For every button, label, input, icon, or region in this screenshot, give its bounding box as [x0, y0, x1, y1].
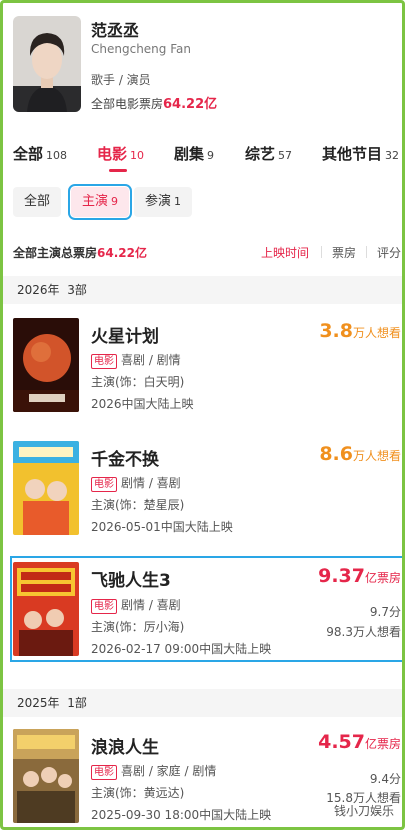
artist-header: 范丞丞 Chengcheng Fan 歌手 / 演员 全部电影票房64.22亿 [13, 16, 398, 116]
tab-count: 57 [278, 149, 293, 162]
movie-role: 主演(饰：黄远达) [91, 786, 185, 800]
tab-count: 32 [385, 149, 400, 162]
movie-title: 飞驰人生3 [91, 571, 171, 591]
tab-label: 电影 [97, 145, 128, 163]
total-value: 64.22亿 [97, 246, 147, 260]
genres-text: 剧情 / 喜剧 [121, 598, 181, 612]
movie-score: 9.4分 [369, 772, 401, 786]
movie-want-count: 98.3万人想看 [326, 625, 401, 639]
box-office-value: 64.22亿 [163, 97, 218, 112]
metric-unit: 亿票房 [364, 571, 401, 585]
metric-value: 9.37 [318, 565, 365, 587]
tab-all[interactable]: 全部 108 [13, 143, 67, 164]
movie-release: 2026-05-01中国大陆上映 [91, 520, 233, 534]
movie-metric: 3.8万人想看 [319, 320, 401, 342]
movie-release: 2026中国大陆上映 [91, 397, 194, 411]
artist-name: 范丞丞 [91, 21, 140, 40]
tab-label: 综艺 [245, 145, 276, 163]
movie-metric: 9.37亿票房 [318, 565, 401, 587]
tab-series[interactable]: 剧集 9 [174, 143, 214, 164]
movie-genres: 电影 剧情 / 喜剧 [91, 596, 181, 614]
year-header-2026: 2026年 3部 [3, 276, 402, 304]
movie-title: 浪浪人生 [91, 738, 159, 758]
movie-poster[interactable] [13, 562, 79, 656]
type-badge: 电影 [91, 599, 117, 614]
tab-label: 剧集 [174, 145, 205, 163]
sort-bar: 全部主演总票房64.22亿 上映时间 票房 评分 [13, 242, 402, 262]
movie-title: 火星计划 [91, 327, 159, 347]
artist-name-en: Chengcheng Fan [91, 42, 191, 56]
filter-label: 主演 [82, 194, 109, 209]
year-count: 3部 [67, 283, 87, 297]
metric-unit: 亿票房 [364, 737, 401, 751]
movie-genres: 电影 剧情 / 喜剧 [91, 474, 181, 492]
year-count: 1部 [67, 696, 87, 710]
tab-count: 9 [207, 149, 215, 162]
tab-count: 108 [46, 149, 68, 162]
tab-variety[interactable]: 综艺 57 [245, 143, 292, 164]
app-frame: 范丞丞 Chengcheng Fan 歌手 / 演员 全部电影票房64.22亿 … [0, 0, 405, 830]
metric-unit: 万人想看 [352, 326, 401, 340]
type-badge: 电影 [91, 765, 117, 780]
metric-value: 4.57 [318, 731, 365, 753]
movie-item[interactable]: 火星计划 3.8万人想看 电影 喜剧 / 剧情 主演(饰：白天明) 2026中国大… [13, 318, 402, 418]
artist-roles: 歌手 / 演员 [91, 73, 151, 87]
tab-label: 其他节目 [322, 145, 383, 163]
movie-genres: 电影 喜剧 / 家庭 / 剧情 [91, 762, 216, 780]
movie-poster[interactable] [13, 318, 79, 412]
year-label: 2026年 [17, 283, 60, 297]
tab-count: 10 [130, 149, 145, 162]
metric-value: 8.6 [319, 443, 353, 465]
movie-release: 2025-09-30 18:00中国大陆上映 [91, 808, 272, 822]
tab-label: 全部 [13, 145, 44, 163]
filter-all[interactable]: 全部 [13, 187, 62, 217]
total-label: 全部主演总票房 [13, 246, 98, 260]
movie-poster[interactable] [13, 729, 79, 823]
movie-role: 主演(饰：厉小海) [91, 620, 185, 634]
filter-label: 全部 [24, 194, 51, 209]
divider [321, 246, 322, 258]
active-tab-indicator [109, 169, 127, 172]
category-tabs: 全部 108 电影 10 剧集 9 综艺 57 其他节目 32 [13, 143, 402, 173]
year-header-2025: 2025年 1部 [3, 689, 402, 717]
filter-label: 参演 [145, 194, 172, 209]
year-label: 2025年 [17, 696, 60, 710]
sort-by-rating[interactable]: 评分 [377, 244, 401, 261]
avatar[interactable] [13, 16, 81, 112]
divider [366, 246, 367, 258]
movie-role: 主演(饰：白天明) [91, 375, 185, 389]
sort-by-box-office[interactable]: 票房 [332, 244, 356, 261]
movie-metric: 4.57亿票房 [318, 731, 401, 753]
movie-genres: 电影 喜剧 / 剧情 [91, 351, 181, 369]
movie-role: 主演(饰：楚星辰) [91, 498, 185, 512]
lead-total-box-office: 全部主演总票房64.22亿 [13, 244, 147, 261]
filter-lead-role[interactable]: 主演 9 [67, 184, 133, 220]
tab-movies[interactable]: 电影 10 [97, 143, 144, 164]
box-office-label: 全部电影票房 [91, 97, 164, 111]
filter-count: 1 [174, 195, 182, 208]
artist-box-office: 全部电影票房64.22亿 [91, 93, 217, 112]
genres-text: 喜剧 / 剧情 [121, 353, 181, 367]
movie-score: 9.7分 [369, 605, 401, 619]
filter-count: 9 [111, 195, 119, 208]
movie-item[interactable]: 千金不换 8.6万人想看 电影 剧情 / 喜剧 主演(饰：楚星辰) 2026-05… [13, 441, 402, 541]
metric-unit: 万人想看 [352, 449, 401, 463]
sort-by-release-date[interactable]: 上映时间 [261, 244, 309, 261]
type-badge: 电影 [91, 477, 117, 492]
genres-text: 剧情 / 喜剧 [121, 476, 181, 490]
movie-item[interactable]: 飞驰人生3 9.37亿票房 电影 剧情 / 喜剧 主演(饰：厉小海) 2026-0… [10, 556, 402, 662]
metric-value: 3.8 [319, 320, 353, 342]
filter-supporting-role[interactable]: 参演 1 [134, 187, 193, 217]
movie-title: 千金不换 [91, 450, 159, 470]
tab-other-shows[interactable]: 其他节目 32 [322, 143, 399, 164]
genres-text: 喜剧 / 家庭 / 剧情 [121, 764, 217, 778]
watermark: 钱小刀娱乐 [333, 804, 394, 818]
movie-release: 2026-02-17 09:00中国大陆上映 [91, 642, 272, 656]
movie-poster[interactable] [13, 441, 79, 535]
type-badge: 电影 [91, 354, 117, 369]
movie-metric: 8.6万人想看 [319, 443, 401, 465]
